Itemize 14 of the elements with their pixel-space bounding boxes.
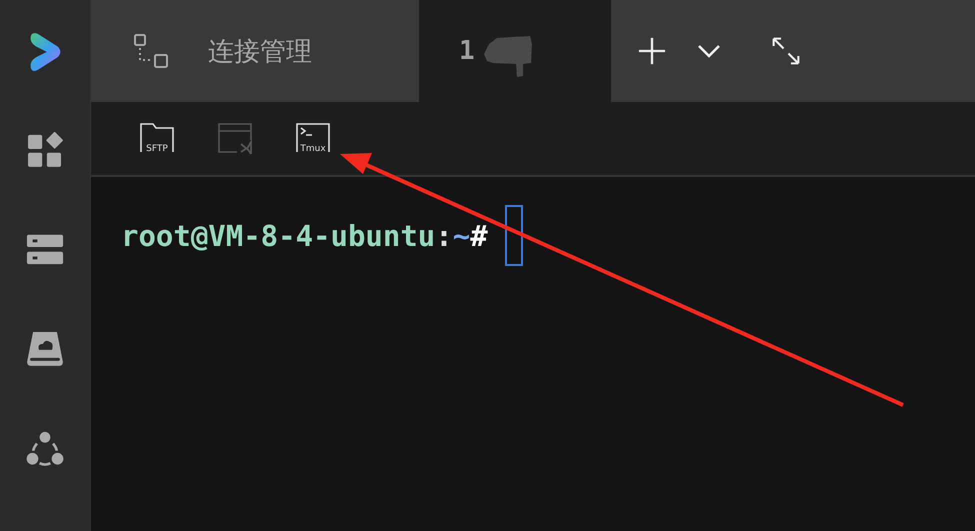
session-tab[interactable]: 1 [419,0,611,102]
sftp-button[interactable]: SFTP [139,122,175,156]
terminal-prompt: root@VM-8-4-ubuntu:~# [121,218,488,252]
chevron-down-icon[interactable] [698,44,720,58]
text-cursor [504,205,523,266]
share-icon[interactable] [26,431,64,467]
connection-icon [134,34,168,68]
connection-manager-tab[interactable]: 连接管理 [91,0,419,102]
cloud-drive-icon[interactable] [26,331,64,368]
add-icon[interactable] [638,37,666,65]
redaction-mark [482,34,533,78]
expand-icon[interactable] [772,37,800,65]
tmux-button[interactable]: Tmux [295,122,331,156]
apps-icon[interactable] [26,132,64,168]
